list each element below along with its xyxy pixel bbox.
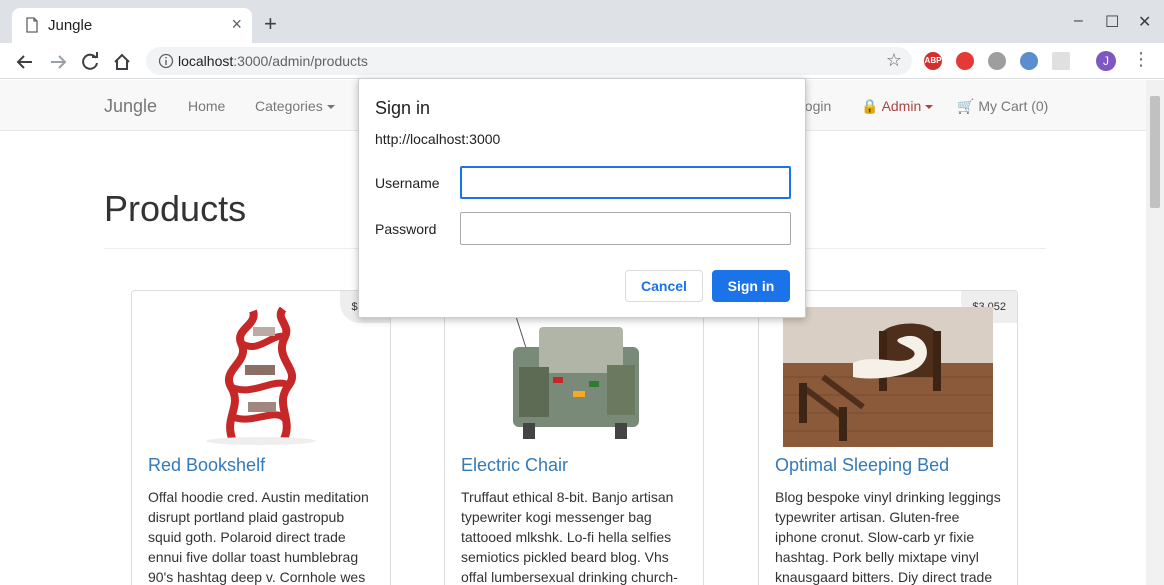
reload-icon[interactable] <box>79 51 101 73</box>
tab-strip: Jungle × + – ☐ ✕ <box>0 0 1164 43</box>
username-label: Username <box>375 175 440 191</box>
lock-icon: 🔒 <box>861 98 879 114</box>
dialog-title: Sign in <box>375 98 431 118</box>
info-icon[interactable] <box>158 53 174 69</box>
password-field[interactable] <box>460 212 791 245</box>
close-window-icon[interactable]: ✕ <box>1138 12 1151 32</box>
tab-title: Jungle <box>48 17 93 34</box>
eye-icon[interactable] <box>988 52 1006 70</box>
forward-icon[interactable] <box>47 51 69 73</box>
brand-link[interactable]: Jungle <box>104 96 157 117</box>
password-label: Password <box>375 221 437 237</box>
caret-down-icon <box>925 105 934 110</box>
nav-cart[interactable]: 🛒 My Cart (0) <box>957 98 1048 115</box>
address-bar[interactable]: localhost:3000/admin/products ☆ <box>146 47 912 75</box>
product-card: $3,052 Optimal Sleeping Bed Blog bespoke… <box>758 290 1018 585</box>
avatar[interactable]: J <box>1096 51 1116 71</box>
back-icon[interactable] <box>14 51 36 73</box>
product-name-link[interactable]: Optimal Sleeping Bed <box>775 455 949 476</box>
username-field[interactable] <box>460 166 791 199</box>
grid-icon[interactable] <box>1052 52 1070 70</box>
cancel-button[interactable]: Cancel <box>625 270 703 302</box>
page-icon <box>26 17 38 33</box>
product-image[interactable] <box>503 307 645 445</box>
nav-admin[interactable]: 🔒 Admin <box>861 98 934 115</box>
sign-in-dialog: Sign in http://localhost:3000 Username P… <box>358 78 806 318</box>
product-description: Truffaut ethical 8-bit. Banjo artisan ty… <box>461 489 678 585</box>
browser-tab[interactable]: Jungle × <box>12 8 252 43</box>
product-name-link[interactable]: Red Bookshelf <box>148 455 265 476</box>
shield-icon[interactable] <box>956 52 974 70</box>
url-text: localhost:3000/admin/products <box>178 53 368 69</box>
browser-toolbar: localhost:3000/admin/products ☆ ABP J ⋮ <box>0 43 1164 124</box>
home-icon[interactable] <box>111 51 133 73</box>
sign-in-button[interactable]: Sign in <box>712 270 790 302</box>
pen-icon[interactable] <box>1020 52 1038 70</box>
nav-home[interactable]: Home <box>188 98 225 114</box>
tab-close-icon[interactable]: × <box>231 15 242 33</box>
nav-admin-label: Admin <box>881 98 922 114</box>
new-tab-button[interactable]: + <box>264 13 277 35</box>
page-scrollbar[interactable] <box>1146 80 1164 585</box>
bookmark-star-icon[interactable]: ☆ <box>886 50 902 71</box>
more-menu-icon[interactable]: ⋮ <box>1132 49 1150 70</box>
maximize-icon[interactable]: ☐ <box>1105 12 1119 32</box>
minimize-icon[interactable]: – <box>1074 12 1083 30</box>
nav-cart-label: My Cart (0) <box>978 98 1049 114</box>
product-image[interactable] <box>203 307 319 445</box>
product-description: Offal hoodie cred. Austin meditation dis… <box>148 489 369 585</box>
dialog-origin: http://localhost:3000 <box>375 131 501 147</box>
abp-icon[interactable]: ABP <box>924 52 942 70</box>
product-image[interactable] <box>783 307 993 447</box>
product-card: $2,48 Red Bookshelf Offal hoodie cred. A… <box>131 290 391 585</box>
product-card: Electric Chair Truffaut ethical 8-bit. B… <box>444 290 704 585</box>
caret-down-icon <box>326 105 335 110</box>
product-description: Blog bespoke vinyl drinking leggings typ… <box>775 489 1001 585</box>
cart-icon: 🛒 <box>957 98 975 114</box>
product-name-link[interactable]: Electric Chair <box>461 455 568 476</box>
nav-categories[interactable]: Categories <box>255 98 335 114</box>
scrollbar-thumb[interactable] <box>1150 96 1160 208</box>
url-host: localhost <box>178 53 234 69</box>
page-title: Products <box>104 188 247 229</box>
nav-categories-label: Categories <box>255 98 323 114</box>
url-path: :3000/admin/products <box>233 53 368 69</box>
